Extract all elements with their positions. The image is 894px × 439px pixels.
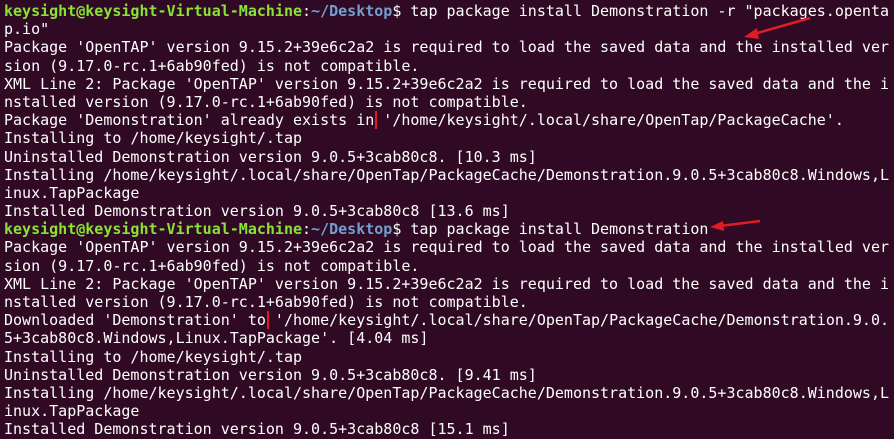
output-line: Uninstalled Demonstration version 9.0.5+… [4, 147, 537, 166]
output-line: 5+3cab80c8.Windows,Linux.TapPackage'. [4… [4, 329, 429, 348]
prompt-suffix: $ [392, 220, 411, 239]
output-line: inux.TapPackage [4, 402, 140, 421]
output-line: nstalled version (9.17.0-rc.1+6ab90fed) … [4, 92, 528, 111]
output-line: Installed Demonstration version 9.0.5+3c… [4, 420, 510, 439]
highlight-box-downloaded: Downloaded 'Demonstration' to [4, 311, 269, 330]
command-text: tap package install Demonstration [410, 220, 709, 239]
output-text: '/home/keysight/.local/share/OpenTap/Pac… [265, 311, 890, 330]
prompt-path: ~/Desktop [311, 220, 393, 239]
output-line: inux.TapPackage [4, 183, 140, 202]
red-arrow-icon [744, 16, 811, 39]
red-arrow-icon [710, 219, 761, 231]
command-text: tap package install Demonstration -r "pa… [410, 2, 890, 20]
output-line: sion (9.17.0-rc.1+6ab90fed) is not compa… [4, 56, 420, 75]
prompt-user-host: keysight@keysight-Virtual-Machine [4, 220, 303, 239]
output-line: Uninstalled Demonstration version 9.0.5+… [4, 365, 537, 384]
output-text: '/home/keysight/.local/share/OpenTap/Pac… [374, 111, 844, 130]
terminal-window[interactable]: keysight@keysight-Virtual-Machine:~/Desk… [0, 0, 894, 438]
output-line: Installing /home/keysight/.local/share/O… [4, 165, 890, 184]
output-line: Installing to /home/keysight/.tap [4, 347, 303, 366]
output-line-exists: Package 'Demonstration' already exists i… [4, 111, 894, 130]
output-line: Package 'OpenTAP' version 9.15.2+39e6c2a… [4, 238, 890, 257]
prompt-user-host: keysight@keysight-Virtual-Machine [4, 2, 303, 20]
output-line: Installing /home/keysight/.local/share/O… [4, 383, 890, 402]
output-line-downloaded: Downloaded 'Demonstration' to '/home/key… [4, 311, 894, 330]
prompt-suffix: $ [392, 2, 411, 20]
prompt-path: ~/Desktop [311, 2, 393, 20]
output-line: Installing to /home/keysight/.tap [4, 129, 303, 148]
output-line: XML Line 2: Package 'OpenTAP' version 9.… [4, 274, 890, 293]
output-line: nstalled version (9.17.0-rc.1+6ab90fed) … [4, 293, 528, 311]
output-line: XML Line 2: Package 'OpenTAP' version 9.… [4, 74, 890, 93]
highlight-box-exists: Package 'Demonstration' already exists i… [4, 111, 378, 130]
output-line: sion (9.17.0-rc.1+6ab90fed) is not compa… [4, 256, 420, 275]
